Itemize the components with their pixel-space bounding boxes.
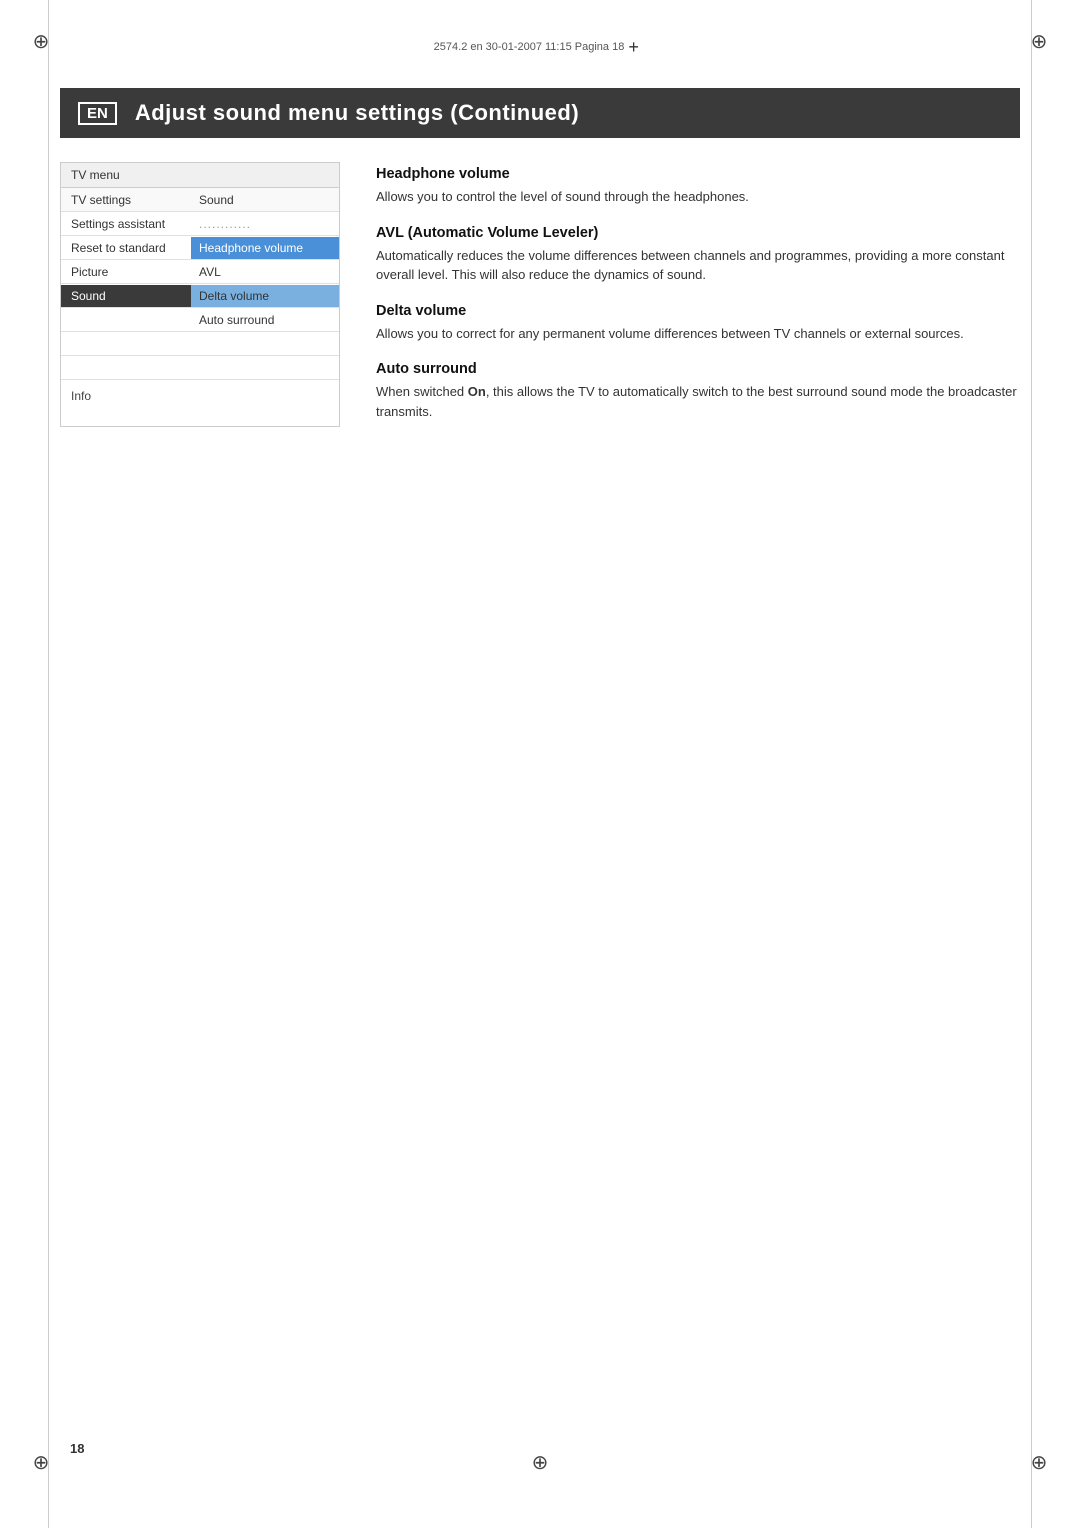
menu-row-empty-1 xyxy=(61,332,339,356)
crosshair-top-left-icon: ⊕ xyxy=(30,30,52,52)
meta-line: 2574.2 en 30-01-2007 11:15 Pagina 18 xyxy=(434,38,647,56)
section-title-auto-surround: Auto surround xyxy=(376,361,1020,377)
menu-left-settings-assistant: Settings assistant xyxy=(61,213,191,235)
menu-left-reset: Reset to standard xyxy=(61,237,191,259)
side-line-left xyxy=(48,0,49,1528)
section-title-avl: AVL (Automatic Volume Leveler) xyxy=(376,225,1020,241)
menu-right-auto-surround: Auto surround xyxy=(191,309,339,331)
menu-right-settings-assistant: ............ xyxy=(191,213,339,235)
main-content: TV menu TV settings Sound Settings assis… xyxy=(60,162,1020,427)
crosshair-bottom-center-icon: ⊕ xyxy=(529,1451,551,1473)
section-body-delta: Allows you to correct for any permanent … xyxy=(376,324,1020,344)
descriptions-panel: Headphone volume Allows you to control t… xyxy=(376,162,1020,427)
section-body-auto-surround: When switched On, this allows the TV to … xyxy=(376,382,1020,421)
page-title: Adjust sound menu settings (Continued) xyxy=(135,100,579,126)
menu-left-picture: Picture xyxy=(61,261,191,283)
crosshair-top-right-icon: ⊕ xyxy=(1028,30,1050,52)
menu-right-headphone: Headphone volume xyxy=(191,237,339,259)
section-body-headphone: Allows you to control the level of sound… xyxy=(376,187,1020,207)
info-row: Info xyxy=(61,384,339,408)
meta-text: 2574.2 en 30-01-2007 11:15 Pagina 18 xyxy=(434,41,625,53)
menu-row-empty-2 xyxy=(61,356,339,380)
menu-row-picture[interactable]: Picture AVL xyxy=(61,260,339,284)
menu-right-avl: AVL xyxy=(191,261,339,283)
en-badge: EN xyxy=(78,102,117,125)
side-line-right xyxy=(1031,0,1032,1528)
section-title-delta: Delta volume xyxy=(376,303,1020,319)
menu-right-delta: Delta volume xyxy=(191,285,339,307)
title-banner: EN Adjust sound menu settings (Continued… xyxy=(60,88,1020,138)
tv-settings-label: TV settings xyxy=(61,189,191,211)
menu-row-settings-assistant[interactable]: Settings assistant ............ xyxy=(61,212,339,236)
menu-left-sound: Sound xyxy=(61,285,191,307)
page-number: 18 xyxy=(70,1441,84,1456)
dotted-separator: ............ xyxy=(199,217,251,231)
menu-row-reset[interactable]: Reset to standard Headphone volume xyxy=(61,236,339,260)
tv-settings-row: TV settings Sound xyxy=(61,188,339,212)
menu-left-empty xyxy=(61,316,191,324)
crosshair-bottom-right-icon: ⊕ xyxy=(1028,1451,1050,1473)
menu-row-auto-surround[interactable]: Auto surround xyxy=(61,308,339,332)
tv-menu-header: TV menu xyxy=(61,163,339,188)
tv-settings-value: Sound xyxy=(191,189,339,211)
menu-row-sound[interactable]: Sound Delta volume xyxy=(61,284,339,308)
crosshair-bottom-left-icon: ⊕ xyxy=(30,1451,52,1473)
section-title-headphone: Headphone volume xyxy=(376,166,1020,182)
crosshair-icon xyxy=(628,38,646,56)
tv-menu-panel: TV menu TV settings Sound Settings assis… xyxy=(60,162,340,427)
section-body-avl: Automatically reduces the volume differe… xyxy=(376,246,1020,285)
